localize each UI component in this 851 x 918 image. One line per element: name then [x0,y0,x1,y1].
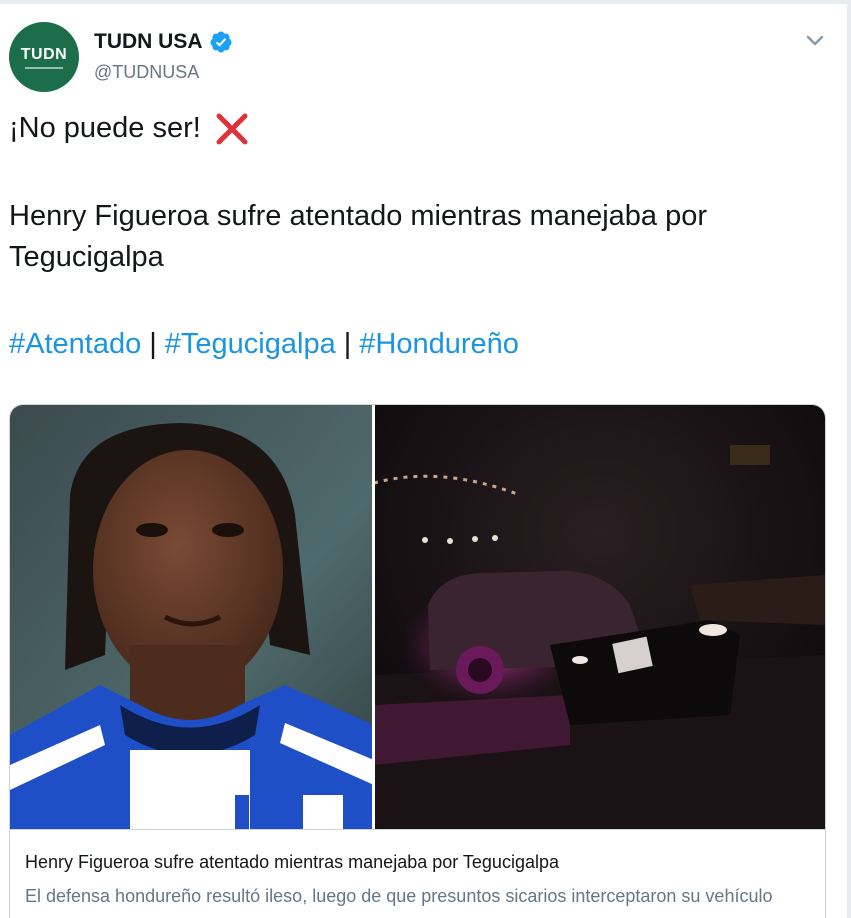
hashtag-atentado[interactable]: #Atentado [9,328,141,360]
tweet-exclamation: ¡No puede ser! [9,112,201,144]
hashtag-hondureno[interactable]: #Hondureño [359,328,519,360]
tweet-text-line-2: Henry Figueroa sufre atentado mientras m… [9,200,707,273]
avatar[interactable]: TUDN [9,22,79,92]
avatar-logo-text: TUDN [20,45,68,63]
link-preview-card[interactable]: Henry Figueroa sufre atentado mientras m… [9,404,826,918]
card-text-area: Henry Figueroa sufre atentado mientras m… [10,829,825,918]
hashtag-separator: | [149,328,157,360]
right-divider [847,0,851,918]
author-name-row: TUDN USA [94,30,233,54]
night-street-image [373,405,825,829]
tweet-page: TUDN TUDN USA @TUDNUSA ¡No puede ser! He… [0,0,851,918]
tweet-hashtags: #Atentado | #Tegucigalpa | #Hondureño [9,324,829,365]
chevron-down-icon[interactable] [803,30,827,50]
tweet-text-line-1: ¡No puede ser! [9,108,829,149]
image-divider [372,405,375,829]
avatar-logo-underline [25,66,63,69]
card-title: Henry Figueroa sufre atentado mientras m… [25,852,559,872]
top-divider [0,0,851,4]
verified-badge-icon [209,31,231,53]
author-handle[interactable]: @TUDNUSA [94,62,199,83]
author-display-name[interactable]: TUDN USA [94,30,203,54]
red-cross-mark-icon [216,113,248,144]
card-description: El defensa hondureño resultó ileso, lueg… [25,886,773,906]
hashtag-separator: | [343,328,352,360]
player-portrait-image [10,405,374,829]
card-image-collage [10,405,825,829]
hashtag-tegucigalpa[interactable]: #Tegucigalpa [165,328,336,360]
